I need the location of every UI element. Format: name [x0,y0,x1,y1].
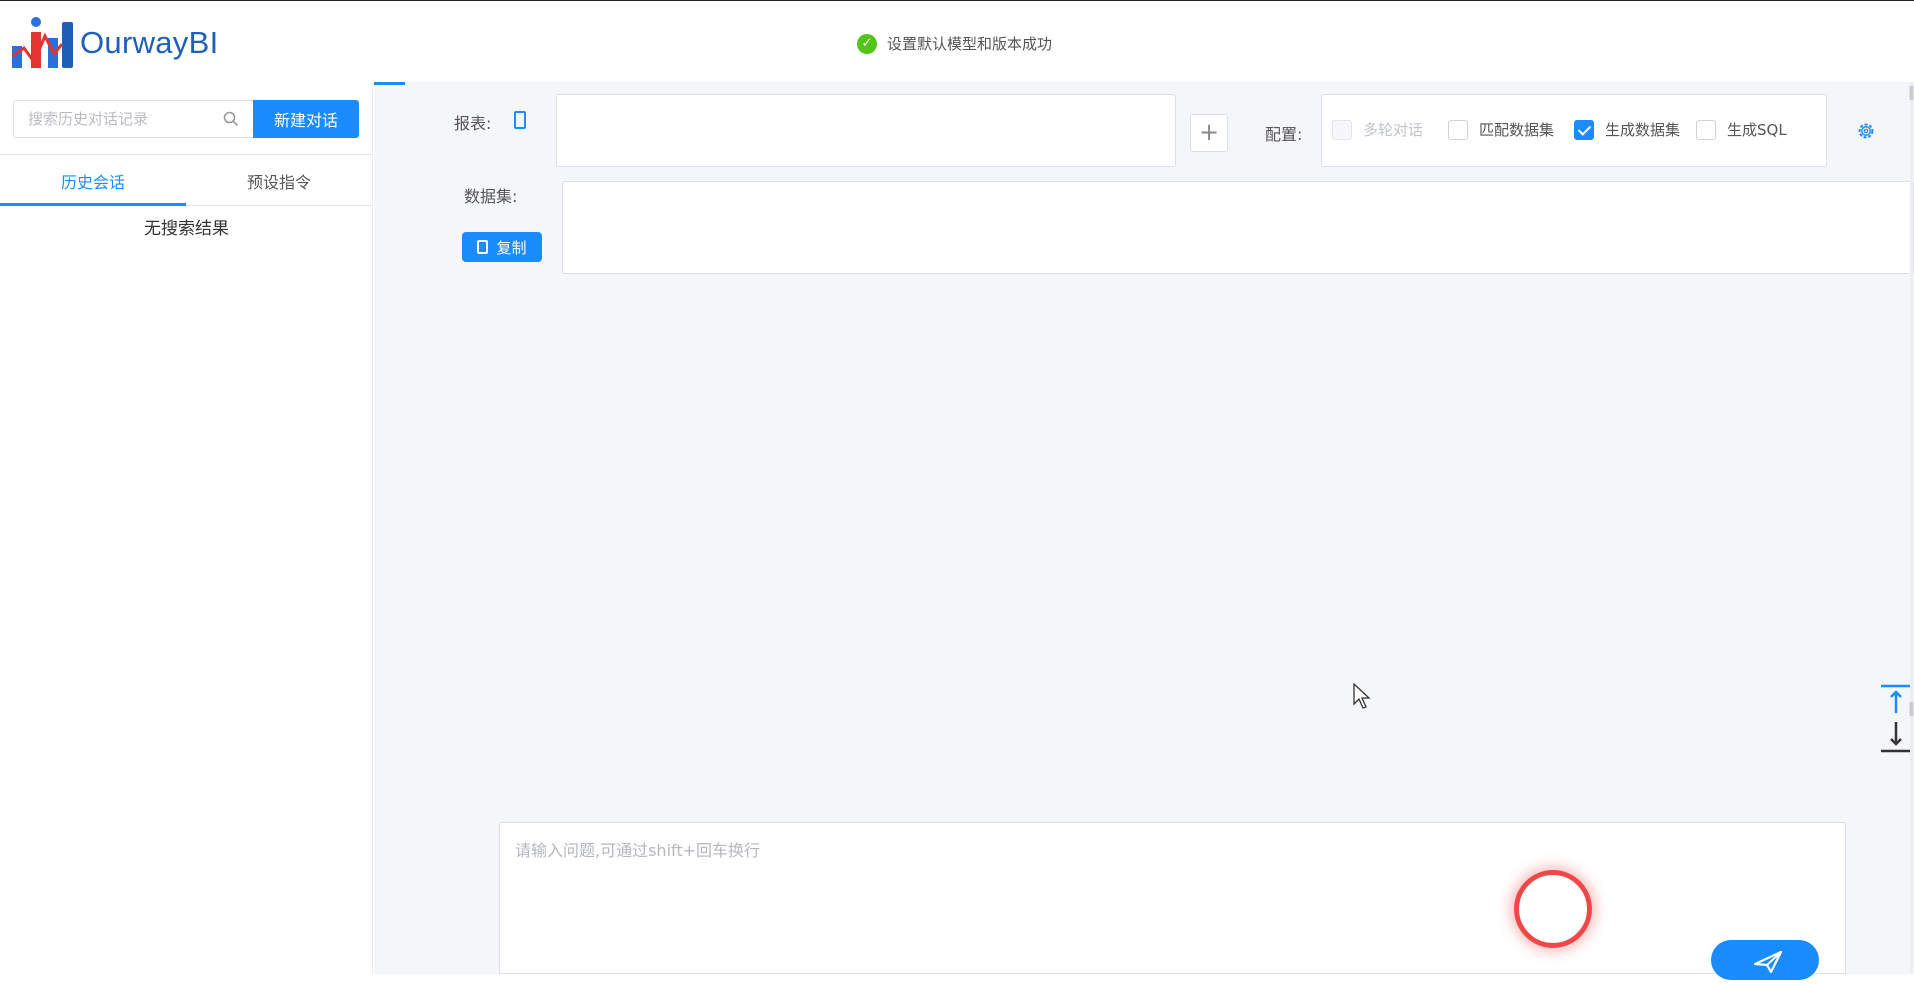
dataset-label: 数据集: [464,187,518,206]
sidebar: 新建对话 历史会话 预设指令 无搜索结果 [0,82,373,974]
phone-icon[interactable] [514,111,526,129]
toast-message: 设置默认模型和版本成功 [887,35,1053,53]
vertical-scrollbar[interactable] [1908,82,1914,974]
config-label: 配置: [1265,125,1303,144]
mouse-pointer-icon [1353,683,1371,709]
history-search-input[interactable] [14,101,214,137]
checkbox-generate-sql[interactable]: 生成SQL [1696,119,1787,140]
history-search-row: 新建对话 [13,100,359,138]
checkbox-match-dataset[interactable]: 匹配数据集 [1448,119,1554,140]
logo-mark-icon [12,17,73,68]
report-select-box[interactable] [556,94,1176,167]
send-button[interactable] [1711,940,1819,980]
tab-presets[interactable]: 预设指令 [186,162,372,205]
gear-icon[interactable] [1855,120,1877,142]
success-toast: ✓ 设置默认模型和版本成功 [857,33,1052,54]
checkbox-label: 多轮对话 [1363,121,1424,139]
copy-icon [477,240,489,254]
search-icon[interactable] [223,111,239,127]
checkbox-generate-dataset[interactable]: 生成数据集 [1574,119,1680,140]
panel-accent-line [374,82,405,85]
checkbox-label: 匹配数据集 [1479,121,1555,139]
checkbox-multi-turn[interactable]: 多轮对话 [1332,119,1423,140]
checkbox-label: 生成SQL [1727,121,1787,139]
tab-history[interactable]: 历史会话 [0,162,186,206]
app-logo[interactable]: OurwayBI [12,15,219,71]
config-options-box: 多轮对话 匹配数据集 生成数据集 生成SQL [1321,94,1827,167]
question-input[interactable] [500,823,1845,973]
top-bar: OurwayBI ✓ 设置默认模型和版本成功 [0,0,1914,82]
copy-button[interactable]: 复制 [462,232,542,262]
click-indicator [1514,870,1592,948]
sidebar-divider [0,154,373,155]
empty-results-text: 无搜索结果 [144,219,229,239]
checkbox-box[interactable] [1574,119,1594,140]
history-search-box [13,100,253,138]
app-name: OurwayBI [80,25,219,60]
checkbox-box[interactable] [1448,119,1468,140]
checkbox-label: 生成数据集 [1605,121,1681,139]
main-panel: 报表: + 配置: 多轮对话 匹配数据集 生成数据集 生成SQL 数据集: 复制 [374,82,1914,980]
add-report-button[interactable]: + [1190,114,1228,152]
check-circle-icon: ✓ [857,33,877,54]
send-icon [1753,950,1783,974]
dataset-box[interactable] [562,181,1914,274]
copy-button-label: 复制 [496,238,527,257]
checkbox-box[interactable] [1696,119,1716,140]
report-label: 报表: [454,114,492,133]
new-chat-button[interactable]: 新建对话 [253,100,359,138]
question-input-area [499,822,1846,974]
checkbox-box[interactable] [1332,119,1352,140]
sidebar-tabs: 历史会话 预设指令 [0,162,373,206]
